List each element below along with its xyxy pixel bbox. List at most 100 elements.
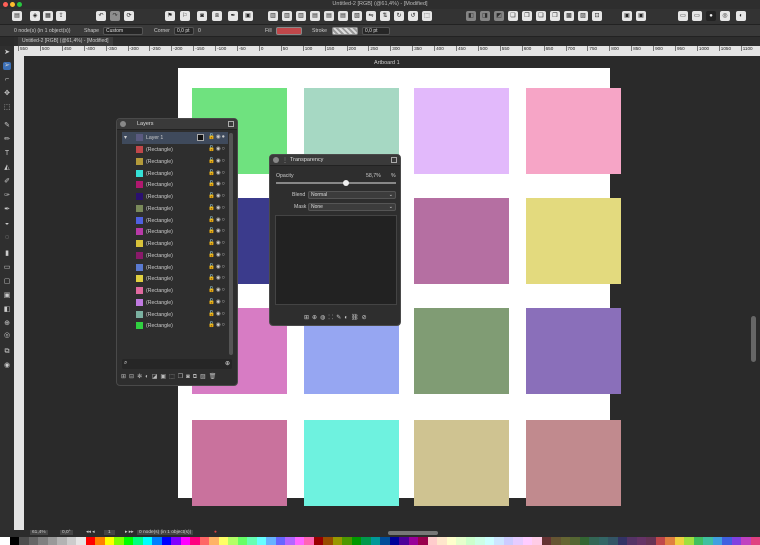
zoom-search-icon[interactable]: ⊕	[225, 360, 230, 367]
canvas-rectangle[interactable]	[526, 198, 621, 284]
palette-swatch[interactable]	[19, 537, 29, 545]
point-transform-icon[interactable]: ✥	[3, 90, 11, 98]
align-left-icon[interactable]: ▥	[268, 11, 278, 21]
palette-swatch[interactable]	[95, 537, 105, 545]
palette-swatch[interactable]	[190, 537, 200, 545]
transparency-menu-icon[interactable]	[391, 157, 397, 163]
layer-row[interactable]: (Rectangle) 🔓◉○	[122, 297, 228, 309]
warning-icon[interactable]: ●	[214, 530, 217, 535]
palette-swatch[interactable]	[104, 537, 114, 545]
layer-row[interactable]: (Rectangle) 🔓◉○	[122, 309, 228, 321]
palette-swatch[interactable]	[323, 537, 333, 545]
palette-swatch[interactable]	[114, 537, 124, 545]
redo-icon[interactable]: ↷	[110, 11, 120, 21]
transparency-close-icon[interactable]	[273, 157, 279, 163]
palette-swatch[interactable]	[655, 537, 665, 545]
vector-brush-icon[interactable]: ✑	[3, 192, 11, 200]
palette-swatch[interactable]	[85, 537, 95, 545]
canvas-rectangle[interactable]	[414, 88, 509, 174]
layers-footer-icons[interactable]: ⊞⊟✻◐◪▣⬚❐◙⧉▨🗑	[121, 373, 235, 383]
palette-swatch[interactable]	[0, 537, 10, 545]
palette-swatch[interactable]	[627, 537, 637, 545]
layer-visibility-icons[interactable]: 🔓◉○	[208, 193, 226, 199]
palette-swatch[interactable]	[275, 537, 285, 545]
palette-swatch[interactable]	[28, 537, 38, 545]
palette-swatch[interactable]	[171, 537, 181, 545]
canvas-rectangle[interactable]	[526, 420, 621, 506]
layer-row[interactable]: (Rectangle) 🔓◉○	[122, 285, 228, 297]
rotation-field[interactable]: 0,0°	[60, 530, 73, 535]
palette-swatch[interactable]	[313, 537, 323, 545]
palette-swatch[interactable]	[199, 537, 209, 545]
fill-tool-icon[interactable]: ◭	[3, 164, 11, 172]
layers-menu-icon[interactable]	[228, 121, 234, 127]
transform-icon[interactable]: ⬚	[422, 11, 432, 21]
align-bottom-icon[interactable]: ▤	[338, 11, 348, 21]
page-field[interactable]: 1	[104, 530, 115, 535]
palette-swatch[interactable]	[484, 537, 494, 545]
callout-tool-icon[interactable]: ◌	[3, 234, 11, 242]
palette-swatch[interactable]	[731, 537, 741, 545]
canvas-rectangle[interactable]	[526, 88, 621, 174]
ungroup-icon[interactable]: ▨	[578, 11, 588, 21]
mask-select[interactable]: None ⌄	[308, 203, 396, 211]
crop-tool-icon[interactable]: ⊕	[3, 320, 11, 328]
palette-swatch[interactable]	[304, 537, 314, 545]
palette-swatch[interactable]	[247, 537, 257, 545]
canvas-rectangle[interactable]	[304, 420, 399, 506]
page-nav-icons[interactable]: ◂◂ ◂	[86, 530, 95, 535]
layer-row[interactable]: (Rectangle) 🔓◉○	[122, 226, 228, 238]
palette-swatch[interactable]	[209, 537, 219, 545]
view-pixel-icon[interactable]: ◎	[720, 11, 730, 21]
distribute-icon[interactable]: ▧	[352, 11, 362, 21]
layer-row[interactable]: (Rectangle) 🔓◉○	[122, 250, 228, 262]
palette-swatch[interactable]	[389, 537, 399, 545]
rounded-rect-tool-icon[interactable]: ▢	[3, 278, 11, 286]
palette-swatch[interactable]	[142, 537, 152, 545]
color-palette[interactable]	[0, 537, 760, 545]
triangle-tool-icon[interactable]: ◧	[3, 306, 11, 314]
layers-search-input[interactable]: ⌕ ⊕	[122, 359, 232, 369]
palette-swatch[interactable]	[218, 537, 228, 545]
layer-row[interactable]: (Rectangle) 🔓◉○	[122, 215, 228, 227]
collapse-icon[interactable]: ▾	[124, 134, 127, 141]
palette-swatch[interactable]	[722, 537, 732, 545]
palette-swatch[interactable]	[665, 537, 675, 545]
blend-select[interactable]: Normal ⌄	[308, 191, 396, 199]
flip-horizontal-icon[interactable]: ⇋	[366, 11, 376, 21]
zoom-tool-icon[interactable]: ◉	[3, 362, 11, 370]
pixel-persona-icon[interactable]: ▦	[43, 11, 53, 21]
layer-visibility-icons[interactable]: 🔓◉○	[208, 205, 226, 211]
palette-swatch[interactable]	[503, 537, 513, 545]
layer-visibility-icons[interactable]: 🔓◉○	[208, 170, 226, 176]
palette-swatch[interactable]	[76, 537, 86, 545]
palette-swatch[interactable]	[513, 537, 523, 545]
palette-swatch[interactable]	[285, 537, 295, 545]
palette-swatch[interactable]	[437, 537, 447, 545]
persona-icon[interactable]: ◈	[30, 11, 40, 21]
text-tool-icon[interactable]: T	[3, 150, 11, 158]
palette-swatch[interactable]	[674, 537, 684, 545]
insert-inside-icon[interactable]: ⧈	[212, 11, 222, 21]
boolean-add-icon[interactable]: ◧	[466, 11, 476, 21]
stroke-width-field[interactable]: 0,0 pt	[362, 27, 390, 35]
horizontal-scrollbar-thumb[interactable]	[388, 531, 438, 535]
palette-swatch[interactable]	[427, 537, 437, 545]
palette-swatch[interactable]	[646, 537, 656, 545]
layer-row[interactable]: (Rectangle) 🔓◉○	[122, 203, 228, 215]
vertical-scrollbar[interactable]	[750, 56, 760, 530]
layer-visibility-icons[interactable]: 🔓◉○	[208, 181, 226, 187]
palette-swatch[interactable]	[123, 537, 133, 545]
transparency-footer-icons[interactable]: ⊞⊕◍⸬✎◐⛓⊘	[304, 313, 400, 323]
layer-row[interactable]: (Rectangle) 🔓◉○	[122, 273, 228, 285]
align-center-icon[interactable]: ▥	[282, 11, 292, 21]
opacity-slider-knob[interactable]	[343, 180, 350, 186]
shape-select[interactable]: Custom	[103, 27, 143, 35]
palette-swatch[interactable]	[608, 537, 618, 545]
stroke-swatch[interactable]	[332, 27, 358, 35]
palette-swatch[interactable]	[418, 537, 428, 545]
palette-swatch[interactable]	[266, 537, 276, 545]
layers-close-icon[interactable]	[120, 121, 126, 127]
document-tab[interactable]: Untitled-2 [RGB] (@61,4%) - [Modified]	[18, 37, 113, 46]
node-tool-icon[interactable]: ➢	[3, 62, 11, 70]
